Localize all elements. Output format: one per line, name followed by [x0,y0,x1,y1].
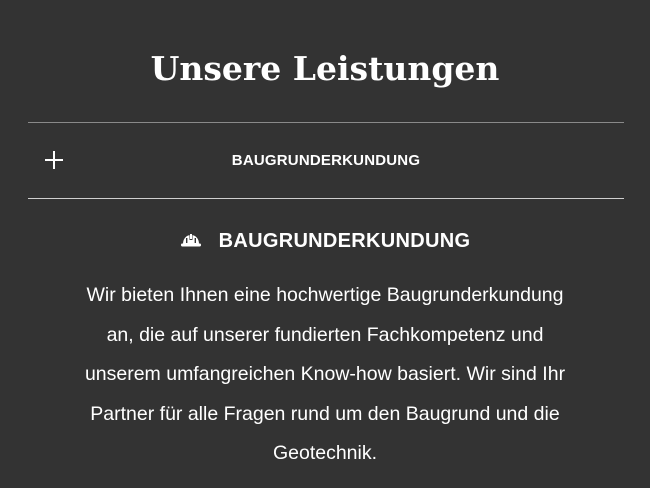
panel-heading-text: BAUGRUNDERKUNDUNG [218,229,471,252]
accordion-divider-bottom [28,198,624,199]
panel-body-line: an, die auf unserer fundierten Fachkompe… [106,323,544,346]
hardhat-icon [180,234,201,247]
panel-body-line: Geotechnik. [272,442,378,464]
services-section: Unsere Leistungen BAUGRUNDERKUNDUNG BAUG… [0,0,650,488]
accordion-item-baugrunderkundung[interactable]: BAUGRUNDERKUNDUNG [28,123,624,198]
panel-body-text: Wir bieten Ihnen eine hochwertige Baugru… [40,276,610,474]
panel-heading: BAUGRUNDERKUNDUNG [0,224,650,258]
panel-body-line: Partner für alle Fragen rund um den Baug… [90,402,560,425]
section-title: Unsere Leistungen [150,49,500,88]
panel-body-line: Wir bieten Ihnen eine hochwertige Baugru… [86,284,564,306]
panel-body-line: unserem umfangreichen Know-how basiert. … [84,363,566,385]
accordion-item-label[interactable]: BAUGRUNDERKUNDUNG [28,123,624,198]
